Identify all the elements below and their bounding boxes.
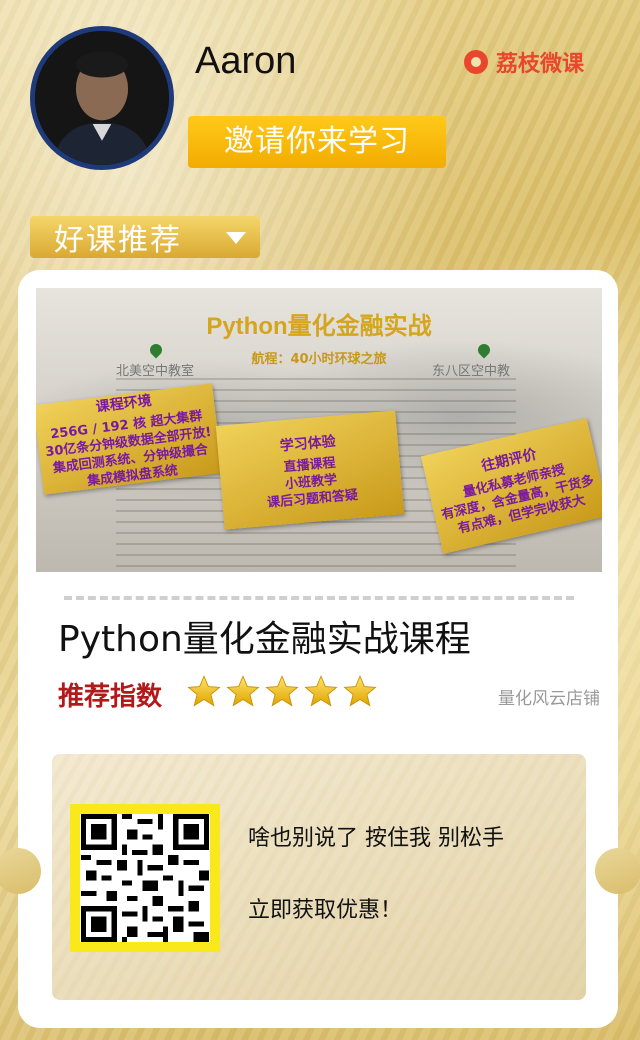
rating-label: 推荐指数 [58, 682, 163, 712]
banner-location-right: 东八区空中教 [432, 364, 511, 379]
star-icon [186, 674, 222, 710]
cta-instruction: 啥也别说了 按住我 别松手 [248, 826, 504, 851]
cta-offer: 立即获取优惠！ [248, 898, 403, 923]
shop-name[interactable]: 量化风云店铺 [498, 684, 600, 709]
star-icon [303, 674, 339, 710]
section-label: 好课推荐 [54, 223, 182, 258]
course-title[interactable]: Python量化金融实战课程 [58, 610, 471, 662]
username: Aaron [195, 40, 297, 82]
brand: 荔枝微课 [464, 46, 584, 78]
course-banner-image[interactable]: Python量化金融实战 航程：40小时环球之旅 北美空中教室 东八区空中教 课… [36, 288, 602, 572]
user-avatar [30, 26, 174, 170]
dashed-divider [64, 596, 574, 600]
brand-name: 荔枝微课 [496, 52, 585, 77]
card-notch-right [595, 848, 640, 894]
invite-button[interactable]: 邀请你来学习 [188, 116, 446, 168]
section-recommend-tag[interactable]: 好课推荐 [30, 216, 260, 258]
cta-panel: 啥也别说了 按住我 别松手 立即获取优惠！ [52, 754, 586, 1000]
card-notch-left [0, 848, 41, 894]
banner-location-left: 北美空中教室 [116, 364, 195, 379]
brand-logo-icon [464, 50, 488, 74]
course-card[interactable]: Python量化金融实战 航程：40小时环球之旅 北美空中教室 东八区空中教 课… [0, 270, 640, 1028]
qr-code[interactable] [70, 804, 220, 952]
star-icon [225, 674, 261, 710]
caret-down-icon [226, 232, 246, 244]
qr-code-icon [80, 814, 210, 942]
banner-ticket-experience: 学习体验 直播课程 小班教学 课后习题和答疑 [215, 410, 405, 530]
star-icon [342, 674, 378, 710]
banner-title: Python量化金融实战 [206, 313, 432, 340]
star-icon [264, 674, 300, 710]
rating-stars [186, 674, 378, 710]
